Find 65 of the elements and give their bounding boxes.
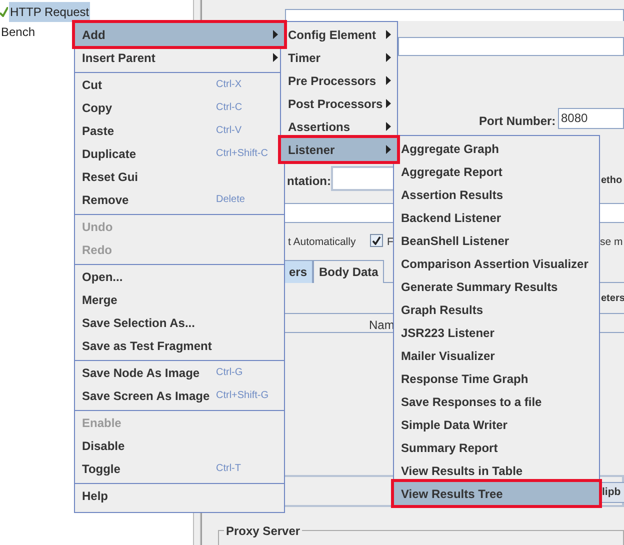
menu-item[interactable]: Mailer Visualizer [394,344,599,367]
menu-item[interactable]: Timer [281,46,397,69]
menu-item[interactable]: Cut Ctrl-X [75,73,284,96]
submenu-arrow-icon [386,53,391,62]
menu-item[interactable]: Graph Results [394,298,599,321]
menu-item[interactable]: Toggle Ctrl-T [75,457,284,480]
submenu-arrow-icon [386,122,391,131]
multipart-label: se m [600,235,623,250]
implementation-label: ntation: [287,173,331,190]
menu-item[interactable]: Config Element [281,23,397,46]
menu-item[interactable]: Aggregate Graph [394,137,599,160]
menu-item[interactable]: Disable [75,434,284,457]
menu-item[interactable]: Response Time Graph [394,367,599,390]
menu-item[interactable]: Backend Listener [394,206,599,229]
menu-item[interactable]: Merge [75,288,284,311]
menu-item[interactable]: Comparison Assertion Visualizer [394,252,599,275]
menu-item[interactable]: JSR223 Listener [394,321,599,344]
menu-item[interactable]: Duplicate Ctrl+Shift-C [75,142,284,165]
port-label: Port Number: [479,113,556,130]
menu-item[interactable]: Paste Ctrl-V [75,119,284,142]
menu-item[interactable]: Aggregate Report [394,160,599,183]
menu-item[interactable]: Copy Ctrl-C [75,96,284,119]
submenu-arrow-icon [386,145,391,154]
checkbox-label: F [387,235,394,250]
check-icon [0,7,8,17]
comments-field[interactable] [398,37,624,56]
method-label: etho [601,174,622,188]
menu-item[interactable]: Generate Summary Results [394,275,599,298]
menu-item[interactable]: Open... [75,265,284,288]
port-field[interactable]: 8080 [558,108,624,129]
menu-item[interactable]: Save Screen As Image Ctrl+Shift-G [75,384,284,407]
menu-item[interactable]: Pre Processors [281,69,397,92]
tree-item[interactable]: Bench [0,22,36,42]
menu-item[interactable]: Save Selection As... [75,311,284,334]
tab[interactable]: ers [283,260,314,283]
menu-item[interactable]: View Results in Table [394,459,599,482]
menu-item[interactable]: Summary Report [394,436,599,459]
checkbox[interactable] [370,234,383,247]
submenu-arrow-icon [273,30,278,39]
implementation-dropdown[interactable] [331,166,393,191]
menu-item[interactable]: Insert Parent [75,46,284,69]
menu-item[interactable]: BeanShell Listener [394,229,599,252]
menu-item[interactable]: View Results Tree [394,482,599,505]
menu-item[interactable]: Remove Delete [75,188,284,211]
clipboard-button[interactable]: lipb [600,482,624,503]
menu-item[interactable]: Help [75,484,284,507]
submenu-arrow-icon [273,53,278,62]
menu-item[interactable]: Post Processors [281,92,397,115]
menu-item[interactable]: Simple Data Writer [394,413,599,436]
menu-item[interactable]: Listener [281,138,397,161]
tab[interactable]: Body Data [313,260,384,283]
menu-item[interactable]: Save as Test Fragment [75,334,284,357]
submenu-arrow-icon [386,99,391,108]
submenu-arrow-icon [386,76,391,85]
column-header: Nam [369,317,394,334]
name-field[interactable] [285,9,624,21]
submenu-arrow-icon [386,30,391,39]
menu-item[interactable]: Assertions [281,115,397,138]
menu-item[interactable]: Add [75,23,284,46]
menu-item[interactable]: Reset Gui [75,165,284,188]
menu-item[interactable]: Save Responses to a file [394,390,599,413]
menu-item[interactable]: Save Node As Image Ctrl-G [75,361,284,384]
tree-item[interactable]: HTTP Request [9,2,90,22]
redirect-label: t Automatically [288,235,356,250]
menu-item[interactable]: Assertion Results [394,183,599,206]
